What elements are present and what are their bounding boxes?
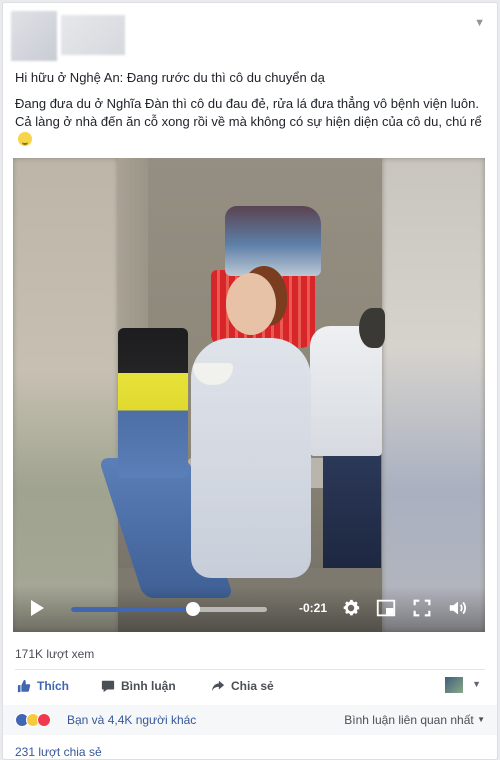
comment-icon: [101, 680, 115, 693]
author-name-blurred[interactable]: [61, 15, 125, 55]
play-icon[interactable]: [31, 600, 44, 616]
gear-icon[interactable]: [340, 597, 362, 619]
scene-clothes: [225, 206, 321, 276]
like-label: Thích: [37, 679, 69, 693]
view-count[interactable]: 171K lượt xem: [15, 647, 94, 661]
chevron-down-icon[interactable]: ▼: [472, 679, 481, 689]
viewer-avatar[interactable]: [445, 677, 463, 693]
video-blur-right: [382, 158, 485, 632]
video-player[interactable]: -0:21: [13, 158, 485, 632]
comment-sort-label: Bình luận liên quan nhất: [344, 713, 474, 727]
share-count[interactable]: 231 lượt chia sẻ: [15, 745, 102, 759]
scene-person-left: [118, 328, 188, 478]
comment-sort-dropdown[interactable]: Bình luận liên quan nhất ▼: [344, 713, 485, 727]
reaction-summary[interactable]: Bạn và 4,4K người khác: [67, 713, 196, 727]
post-body: Đang đưa du ở Nghĩa Đàn thì cô du đau đẻ…: [15, 95, 485, 149]
scene-person-right-legs: [323, 448, 381, 568]
author-avatar-blurred[interactable]: [11, 11, 57, 61]
like-button[interactable]: Thích: [17, 679, 69, 693]
post-body-text: Đang đưa du ở Nghĩa Đàn thì cô du đau đẻ…: [15, 96, 482, 129]
post-card: ▼ Hi hữu ở Nghệ An: Đang rước du thì cô …: [2, 2, 498, 760]
pip-icon[interactable]: [375, 597, 397, 619]
video-progress-knob[interactable]: [185, 602, 200, 616]
video-controls: -0:21: [13, 586, 485, 632]
fullscreen-icon[interactable]: [411, 597, 433, 619]
video-progress-bar[interactable]: [71, 602, 267, 616]
thumbs-up-icon: [17, 679, 31, 693]
reactions-bar: Bạn và 4,4K người khác Bình luận liên qu…: [3, 705, 497, 735]
scene-person-right-head: [359, 308, 385, 348]
post-title: Hi hữu ở Nghệ An: Đang rước du thì cô du…: [15, 70, 325, 85]
divider: [15, 669, 485, 670]
share-label: Chia sẻ: [231, 679, 274, 693]
video-progress-fill: [71, 607, 193, 612]
time-remaining: -0:21: [299, 601, 328, 615]
scene-woman-face: [226, 273, 276, 335]
comment-button[interactable]: Bình luận: [101, 679, 176, 693]
share-arrow-icon: [211, 680, 225, 692]
action-bar: Thích Bình luận Chia sẻ ▼: [15, 673, 485, 701]
caret-down-icon: ▼: [477, 715, 485, 724]
grin-emoji-icon: [18, 132, 32, 146]
comment-label: Bình luận: [121, 679, 176, 693]
share-button[interactable]: Chia sẻ: [211, 679, 274, 693]
volume-icon[interactable]: [447, 597, 469, 619]
love-reaction-icon: [37, 713, 51, 727]
video-blur-left: [13, 158, 118, 632]
reaction-icons[interactable]: [15, 713, 51, 727]
post-menu-chevron-icon[interactable]: ▼: [474, 17, 485, 29]
